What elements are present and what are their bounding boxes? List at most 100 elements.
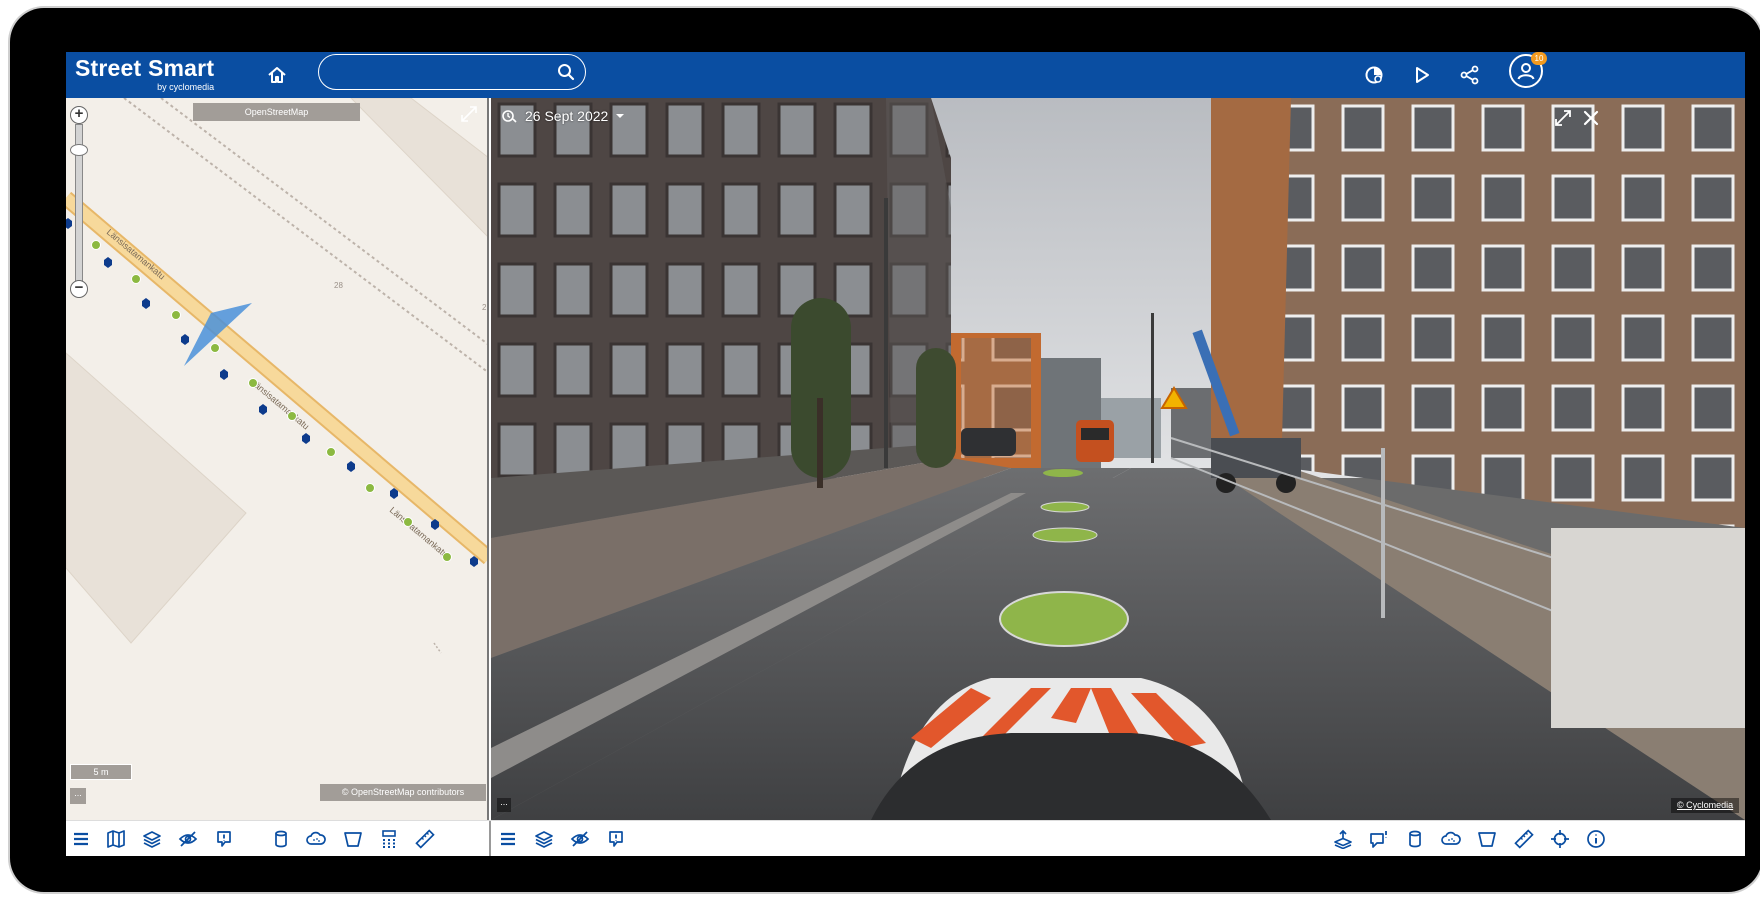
- home-icon: [268, 67, 286, 83]
- sv-layers-button[interactable]: [532, 827, 556, 851]
- streetview-expand-button[interactable]: [1551, 106, 1575, 130]
- sv-cylinder-button[interactable]: [1403, 827, 1427, 851]
- cylinder-icon: [275, 830, 287, 848]
- recording-point[interactable]: [403, 517, 413, 527]
- zoom-slider-handle[interactable]: [70, 144, 88, 156]
- map-expand-button[interactable]: [459, 104, 479, 129]
- crosshair-icon: [1551, 830, 1569, 848]
- sv-visibility-button[interactable]: [568, 827, 592, 851]
- sv-menu-button[interactable]: [496, 827, 520, 851]
- ruler-icon: [1514, 829, 1534, 849]
- capture-date-selector[interactable]: 26 Sept 2022: [501, 104, 625, 128]
- share-button[interactable]: [1455, 56, 1485, 94]
- play-button[interactable]: [1407, 56, 1437, 94]
- recording-point[interactable]: [442, 552, 452, 562]
- cylinder-icon: [1409, 830, 1421, 848]
- cloud-icon: [306, 831, 326, 845]
- sv-export-button[interactable]: [1331, 827, 1355, 851]
- recording-point[interactable]: [131, 274, 141, 284]
- visibility-off-icon: [178, 831, 198, 847]
- map-visibility-button[interactable]: [176, 827, 200, 851]
- street-view-panel[interactable]: 26 Sept 2022 ... © Cyclomedia: [491, 98, 1745, 820]
- time-travel-icon: [502, 110, 517, 123]
- visibility-off-icon: [570, 831, 590, 847]
- map-panel[interactable]: Länsisatamankatu Länsisatamankatu Länsis…: [66, 98, 489, 820]
- search-input[interactable]: [331, 59, 551, 85]
- recording-point[interactable]: [287, 411, 297, 421]
- measurement-history-button[interactable]: [1359, 56, 1389, 94]
- map-report-button[interactable]: [212, 827, 236, 851]
- cloud-icon: [1441, 831, 1461, 845]
- streetview-close-button[interactable]: [1579, 106, 1603, 130]
- map-canvas[interactable]: Länsisatamankatu Länsisatamankatu Länsis…: [66, 98, 489, 820]
- map-more-button[interactable]: ...: [70, 788, 86, 804]
- device-frame: Street Smart by cyclomedia 10 Länsisatam…: [10, 8, 1760, 892]
- expand-icon: [461, 106, 477, 122]
- top-bar: Street Smart by cyclomedia 10: [66, 52, 1745, 98]
- streetview-copyright[interactable]: © Cyclomedia: [1671, 798, 1740, 813]
- map-menu-button[interactable]: [69, 827, 93, 851]
- brand-logo[interactable]: Street Smart by cyclomedia: [75, 55, 215, 92]
- sv-surface-button[interactable]: [1475, 827, 1499, 851]
- notification-badge: 10: [1531, 52, 1547, 65]
- panorama-image[interactable]: [491, 98, 1745, 820]
- ruler-icon: [415, 829, 435, 849]
- map-pointcloud-button[interactable]: [304, 827, 328, 851]
- brand-title: Street Smart: [75, 55, 215, 81]
- caret-down-icon: [616, 114, 625, 118]
- sv-crosshair-button[interactable]: [1548, 827, 1572, 851]
- recording-point[interactable]: [365, 483, 375, 493]
- measurement-history-icon: [1365, 66, 1383, 84]
- sv-measure-button[interactable]: [1512, 827, 1536, 851]
- info-icon: [1587, 830, 1605, 848]
- brand-subtitle: by cyclomedia: [157, 82, 215, 92]
- sv-pointcloud-button[interactable]: [1439, 827, 1463, 851]
- sv-info-button[interactable]: [1584, 827, 1608, 851]
- map-attribution[interactable]: © OpenStreetMap contributors: [320, 784, 486, 801]
- map-basemap-button[interactable]: [104, 827, 128, 851]
- zoom-control: + −: [70, 106, 88, 312]
- bottom-toolbar: [66, 820, 1745, 856]
- report-icon: [217, 831, 231, 847]
- map-house-number: 2: [482, 303, 487, 312]
- app-screen: Street Smart by cyclomedia 10 Länsisatam…: [66, 52, 1745, 856]
- grid-icon: [382, 830, 396, 848]
- map-layers-button[interactable]: [140, 827, 164, 851]
- sv-report-button[interactable]: [604, 827, 628, 851]
- recording-point[interactable]: [91, 240, 101, 250]
- map-grid-button[interactable]: [377, 827, 401, 851]
- recording-point[interactable]: [326, 447, 336, 457]
- layers-icon: [535, 831, 553, 848]
- layers-icon: [143, 831, 161, 848]
- report-icon: [609, 831, 623, 847]
- streetview-more-button[interactable]: ...: [497, 798, 511, 812]
- recording-point[interactable]: [210, 343, 220, 353]
- zoom-out-button[interactable]: −: [70, 280, 88, 298]
- map-cylinder-button[interactable]: [269, 827, 293, 851]
- play-icon: [1416, 67, 1429, 83]
- map-house-number: 28: [334, 281, 343, 290]
- recording-point[interactable]: [248, 378, 258, 388]
- recording-point[interactable]: [171, 310, 181, 320]
- export-icon: [1334, 829, 1352, 849]
- capture-date-label: 26 Sept 2022: [525, 108, 609, 124]
- map-icon: [107, 830, 125, 848]
- map-surface-button[interactable]: [341, 827, 365, 851]
- surface-icon: [1478, 832, 1496, 847]
- search-icon[interactable]: [557, 63, 575, 81]
- home-button[interactable]: [263, 61, 291, 89]
- sv-annotation-button[interactable]: [1367, 827, 1391, 851]
- zoom-in-button[interactable]: +: [70, 106, 88, 124]
- map-scale-bar: 5 m: [70, 764, 132, 780]
- expand-icon: [1555, 110, 1571, 126]
- share-icon: [1460, 65, 1479, 85]
- menu-icon: [501, 832, 515, 846]
- menu-icon: [74, 832, 88, 846]
- map-source-label[interactable]: OpenStreetMap: [193, 103, 360, 121]
- map-measure-button[interactable]: [413, 827, 437, 851]
- close-icon: [1583, 110, 1599, 126]
- surface-icon: [344, 832, 362, 847]
- toolbar-divider: [489, 821, 491, 856]
- annotation-icon: [1370, 831, 1387, 848]
- search-box: [318, 54, 586, 90]
